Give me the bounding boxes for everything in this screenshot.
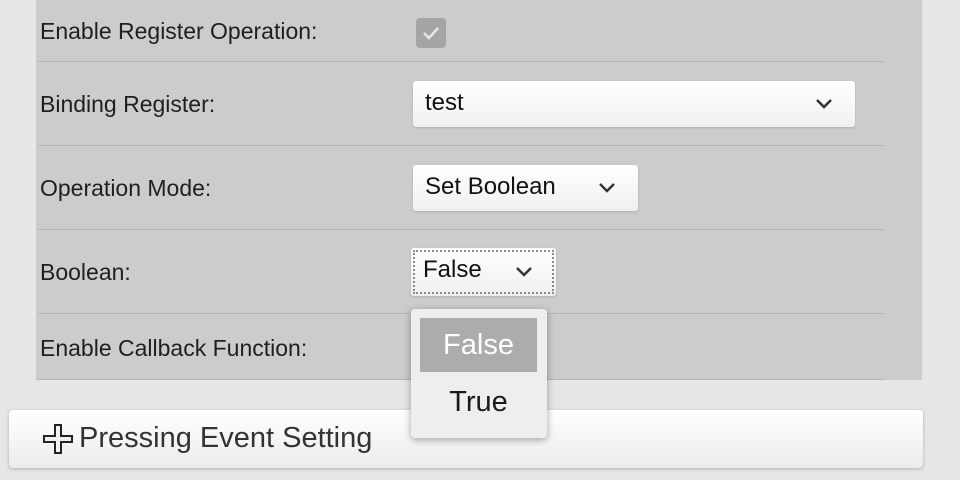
enable-register-checkbox[interactable] <box>416 18 446 48</box>
operation-mode-select[interactable]: Set Boolean <box>413 165 638 211</box>
row-binding-register: Binding Register: test <box>38 62 884 146</box>
binding-register-value: test <box>425 89 464 116</box>
chevron-down-icon <box>599 183 615 193</box>
boolean-value: False <box>423 256 482 283</box>
enable-register-label: Enable Register Operation: <box>40 18 318 44</box>
boolean-label: Boolean: <box>40 259 131 285</box>
option-true[interactable]: True <box>420 375 537 429</box>
chevron-down-icon <box>816 99 832 109</box>
boolean-dropdown-list: False True <box>411 309 547 438</box>
row-operation-mode: Operation Mode: Set Boolean <box>38 146 884 230</box>
plus-icon <box>43 424 73 454</box>
binding-register-label: Binding Register: <box>40 91 216 117</box>
operation-mode-value: Set Boolean <box>425 173 556 200</box>
pressing-event-label: Pressing Event Setting <box>79 422 373 454</box>
chevron-down-icon <box>516 267 532 277</box>
boolean-select[interactable]: False <box>411 248 556 296</box>
operation-mode-label: Operation Mode: <box>40 175 212 201</box>
checkmark-icon <box>423 27 439 40</box>
row-boolean: Boolean: False <box>38 230 884 314</box>
enable-callback-label: Enable Callback Function: <box>40 335 308 361</box>
row-enable-register: Enable Register Operation: <box>38 0 884 62</box>
binding-register-select[interactable]: test <box>413 81 855 127</box>
option-false[interactable]: False <box>420 318 537 372</box>
